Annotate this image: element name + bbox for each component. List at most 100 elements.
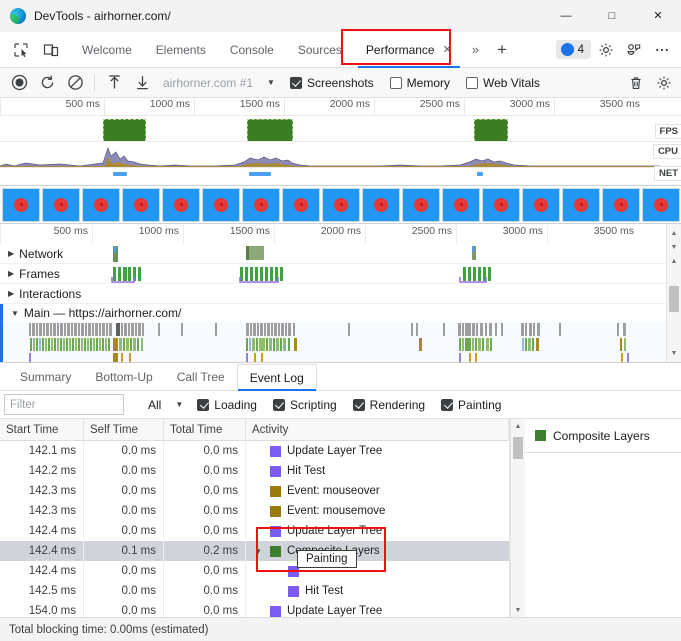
web-vitals-checkbox[interactable]: Web Vitals	[459, 76, 547, 90]
flamechart-scroll-down[interactable]: ▼	[667, 346, 681, 360]
filmstrip-frame[interactable]	[602, 187, 640, 222]
minimize-button[interactable]: —	[543, 0, 589, 32]
more-options-button[interactable]	[649, 37, 675, 63]
settings-gear-button[interactable]	[593, 37, 619, 63]
main-collapse-arrow[interactable]: ▼	[3, 309, 24, 318]
table-row[interactable]: 142.2 ms 0.0 ms 0.0 ms Hit Test	[0, 461, 509, 481]
tab-console[interactable]: Console	[218, 32, 286, 68]
flamechart-scroll-up[interactable]: ▲	[667, 226, 681, 240]
close-button[interactable]: ✕	[635, 0, 681, 32]
table-row[interactable]: 142.4 ms 0.0 ms 0.0 ms	[0, 561, 509, 581]
filmstrip-frame[interactable]	[202, 187, 240, 222]
timeline-overview[interactable]: 500 ms 1000 ms 1500 ms 2000 ms 2500 ms 3…	[0, 98, 681, 186]
tab-elements[interactable]: Elements	[144, 32, 218, 68]
maximize-button[interactable]: □	[589, 0, 635, 32]
controls-right	[623, 71, 681, 95]
reload-and-record-button[interactable]	[34, 71, 60, 95]
table-row[interactable]: 142.3 ms 0.0 ms 0.0 ms Event: mousemove	[0, 501, 509, 521]
screenshot-filmstrip[interactable]	[0, 186, 681, 224]
add-tab-button[interactable]: +	[487, 32, 517, 68]
record-button[interactable]	[6, 71, 32, 95]
customize-devtools-button[interactable]	[621, 37, 647, 63]
filmstrip-frame[interactable]	[482, 187, 520, 222]
filmstrip-frame[interactable]	[522, 187, 560, 222]
table-scrollbar[interactable]: ▲ ▼	[510, 419, 525, 617]
track-main[interactable]: ▼ Main — https://airhorner.com/	[0, 304, 681, 362]
flame-chart-pane[interactable]: 500 ms 1000 ms 1500 ms 2000 ms 2500 ms 3…	[0, 224, 681, 363]
tab-event-log-label: Event Log	[249, 370, 304, 385]
table-header-row: Start Time Self Time Total Time Activity	[0, 418, 509, 441]
table-row[interactable]: 154.0 ms 0.0 ms 0.0 ms Update Layer Tree	[0, 601, 509, 617]
message-count-badge[interactable]: 4	[555, 40, 591, 59]
table-row[interactable]: 142.4 ms 0.0 ms 0.0 ms Update Layer Tree	[0, 521, 509, 541]
filmstrip-frame[interactable]	[2, 187, 40, 222]
filmstrip-frame[interactable]	[122, 187, 160, 222]
flamechart-scroll-thumb[interactable]	[669, 286, 679, 312]
table-row[interactable]: 142.4 ms0.1 ms0.2 ms▼Composite Layers	[0, 541, 509, 561]
clear-recording-button[interactable]	[62, 71, 88, 95]
table-scroll-down[interactable]: ▼	[511, 603, 525, 617]
filter-input[interactable]: Filter	[4, 394, 124, 415]
tab-performance-close-icon[interactable]: ✕	[443, 43, 452, 56]
header-activity[interactable]: Activity	[246, 418, 509, 441]
row-expand-arrow[interactable]: ▼	[252, 547, 264, 556]
interactions-expand-arrow[interactable]: ▶	[0, 289, 19, 298]
main-track-header[interactable]: ▼ Main — https://airhorner.com/	[3, 304, 681, 322]
scripting-filter-checkbox[interactable]: Scripting	[266, 398, 344, 412]
flamechart-scrollbar[interactable]: ▲ ▼ ▲ ▼	[666, 224, 681, 362]
flamechart-scroll-up-2[interactable]: ▲	[667, 254, 681, 268]
header-total-time[interactable]: Total Time	[164, 418, 246, 441]
filmstrip-frame[interactable]	[362, 187, 400, 222]
loading-filter-checkbox[interactable]: Loading	[190, 398, 264, 412]
capture-settings-button[interactable]	[651, 71, 677, 95]
cell-activity: ▼Composite Layers	[246, 541, 509, 561]
screenshots-checkbox[interactable]: Screenshots	[283, 76, 381, 90]
table-row[interactable]: 142.1 ms 0.0 ms 0.0 ms Update Layer Tree	[0, 441, 509, 461]
filmstrip-frame[interactable]	[42, 187, 80, 222]
table-row[interactable]: 142.3 ms 0.0 ms 0.0 ms Event: mouseover	[0, 481, 509, 501]
filmstrip-frame[interactable]	[642, 187, 680, 222]
memory-checkbox[interactable]: Memory	[383, 76, 457, 90]
recording-target-dropdown[interactable]: ▼	[261, 78, 281, 87]
more-tabs-button[interactable]: »	[464, 32, 487, 68]
filmstrip-frame[interactable]	[562, 187, 600, 222]
title-bar: DevTools - airhorner.com/ — □ ✕	[0, 0, 681, 32]
tab-bottom-up[interactable]: Bottom-Up	[83, 364, 164, 390]
filmstrip-frame[interactable]	[322, 187, 360, 222]
table-body[interactable]: 142.1 ms 0.0 ms 0.0 ms Update Layer Tree 142…	[0, 441, 509, 617]
track-network[interactable]: ▶ Network	[0, 244, 681, 264]
filmstrip-frame[interactable]	[442, 187, 480, 222]
screenshot-thumbnail	[574, 197, 588, 212]
header-start-time[interactable]: Start Time	[0, 418, 84, 441]
table-scroll-thumb[interactable]	[513, 437, 523, 459]
save-profile-icon	[136, 76, 148, 90]
filmstrip-frame[interactable]	[162, 187, 200, 222]
filmstrip-frame[interactable]	[402, 187, 440, 222]
filmstrip-frame[interactable]	[282, 187, 320, 222]
flamechart-scroll-down-small[interactable]: ▼	[667, 240, 681, 254]
tab-welcome[interactable]: Welcome	[70, 32, 144, 68]
duration-select[interactable]: All ▼	[126, 394, 188, 415]
devtools-tabstrip: Welcome Elements Console Sources Perform…	[0, 32, 681, 68]
rendering-filter-checkbox[interactable]: Rendering	[346, 398, 432, 412]
tab-event-log[interactable]: Event Log	[236, 364, 317, 391]
save-profile-button[interactable]	[129, 71, 155, 95]
network-expand-arrow[interactable]: ▶	[0, 249, 19, 258]
tab-performance[interactable]: Performance ✕	[354, 32, 464, 68]
inspect-element-button[interactable]	[8, 37, 34, 63]
tab-summary[interactable]: Summary	[8, 364, 83, 390]
filmstrip-frame[interactable]	[242, 187, 280, 222]
tab-call-tree[interactable]: Call Tree	[165, 364, 237, 390]
tab-console-label: Console	[229, 42, 274, 57]
filmstrip-frame[interactable]	[82, 187, 120, 222]
header-self-time[interactable]: Self Time	[84, 418, 164, 441]
device-toolbar-button[interactable]	[38, 37, 64, 63]
table-scroll-up[interactable]: ▲	[511, 419, 525, 433]
table-row[interactable]: 142.5 ms 0.0 ms 0.0 ms Hit Test	[0, 581, 509, 601]
track-interactions[interactable]: ▶ Interactions	[0, 277, 681, 304]
tab-sources[interactable]: Sources	[286, 32, 354, 68]
cell-start-time: 142.5 ms	[0, 581, 84, 601]
delete-recording-button[interactable]	[623, 71, 649, 95]
load-profile-button[interactable]	[101, 71, 127, 95]
painting-filter-checkbox[interactable]: Painting	[434, 398, 508, 412]
